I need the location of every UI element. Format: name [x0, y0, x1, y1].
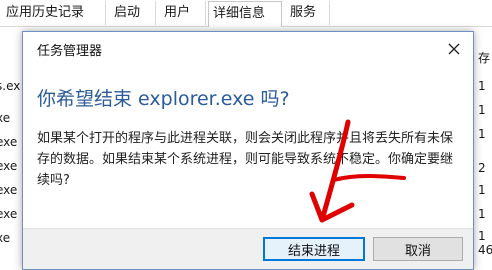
memory-column: 存 1 1 1 2 1 1 1 46 [478, 27, 492, 270]
end-process-dialog: 任务管理器 你希望结束 explorer.exe 吗? 如果某个打开的程序与此进… [22, 31, 474, 270]
tab-details[interactable]: 详细信息 [208, 1, 282, 27]
process-name-cell[interactable]: exe [0, 183, 20, 201]
memory-cell: 46 [478, 243, 492, 257]
process-name-cell[interactable]: exe [0, 207, 20, 225]
tab-app-history[interactable]: 应用历史记录 [2, 1, 106, 25]
tab-bar: 应用历史记录 启动 用户 详细信息 服务 [0, 0, 492, 27]
tab-startup[interactable]: 启动 [110, 1, 156, 25]
end-process-button[interactable]: 结束进程 [263, 237, 365, 261]
memory-cell: 1 [478, 207, 486, 221]
process-name-cell[interactable]: xe [0, 111, 20, 129]
memory-cell: 1 [478, 103, 486, 117]
process-name-column: s.ex xe exe exe exe exe xe [0, 27, 24, 270]
close-icon [448, 43, 460, 55]
memory-cell: 1 [478, 183, 486, 197]
process-name-cell[interactable]: xe [0, 231, 20, 249]
memory-cell: 2 [478, 161, 486, 175]
dialog-footer: 结束进程 取消 [23, 228, 473, 269]
cancel-button[interactable]: 取消 [373, 237, 463, 261]
close-button[interactable] [443, 38, 465, 60]
process-name-cell[interactable]: s.ex [0, 79, 20, 97]
dialog-message: 如果某个打开的程序与此进程关联，则会关闭此程序并且将丢失所有未保存的数据。如果结… [37, 131, 454, 188]
dialog-question: 你希望结束 explorer.exe 吗? [37, 88, 290, 110]
process-name-cell[interactable]: exe [0, 135, 20, 153]
process-name-cell[interactable]: exe [0, 159, 20, 177]
memory-column-header[interactable]: 存 [478, 49, 492, 67]
memory-cell: 1 [478, 127, 486, 141]
tab-services[interactable]: 服务 [286, 1, 330, 25]
dialog-title: 任务管理器 [37, 44, 103, 59]
memory-cell: 1 [478, 79, 486, 93]
tab-users[interactable]: 用户 [160, 1, 206, 25]
